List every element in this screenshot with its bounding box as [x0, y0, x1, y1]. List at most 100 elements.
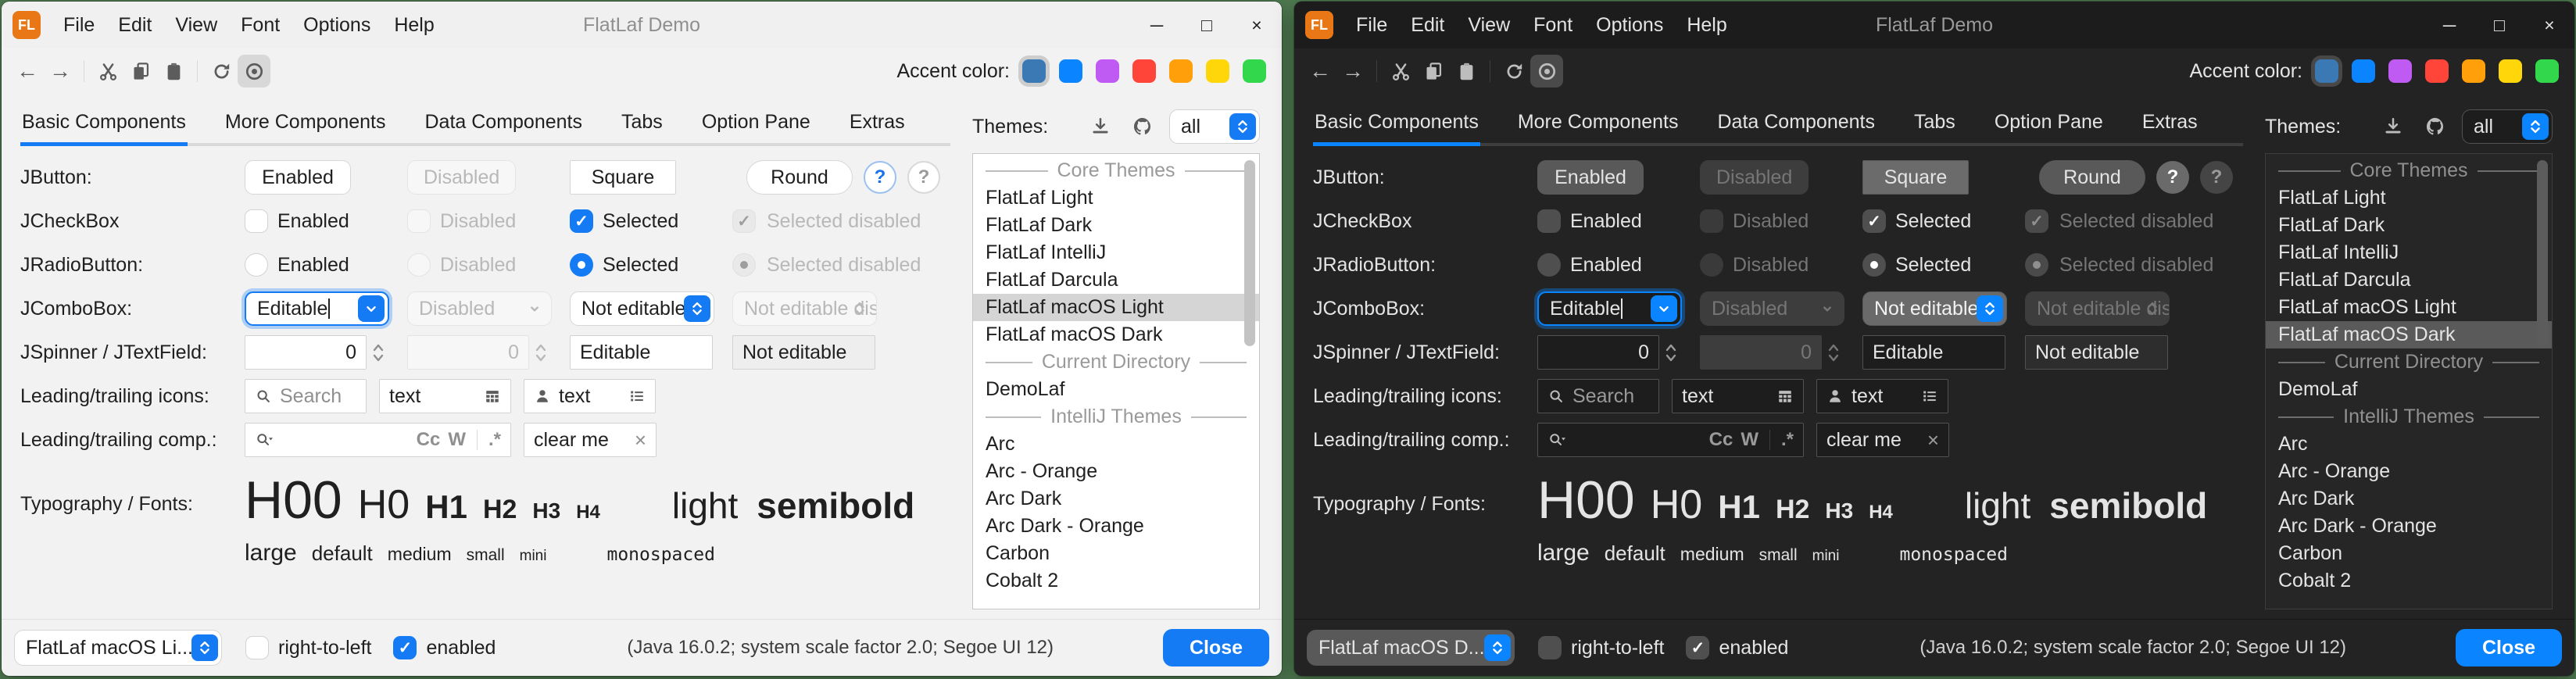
theme-item-demolaf[interactable]: DemoLaf — [2266, 376, 2552, 403]
radio-selected[interactable] — [1862, 253, 1886, 277]
tab-tabs[interactable]: Tabs — [620, 105, 664, 143]
spinner[interactable]: 0 — [245, 335, 390, 370]
help-button[interactable]: ? — [2156, 161, 2189, 194]
accent-swatch-1[interactable] — [2352, 59, 2375, 83]
clear-icon[interactable]: × — [635, 428, 646, 452]
search-field-with-buttons[interactable]: Cc W .* — [1537, 423, 1804, 457]
themes-filter-combobox[interactable]: all — [1169, 109, 1260, 144]
menu-options[interactable]: Options — [1584, 2, 1675, 48]
search-field[interactable]: Search — [1537, 379, 1659, 413]
theme-item-flatlaf-dark[interactable]: FlatLaf Dark — [973, 212, 1259, 239]
theme-item-carbon[interactable]: Carbon — [2266, 540, 2552, 567]
laf-combobox[interactable]: FlatLaf macOS Li... — [14, 630, 222, 666]
chevron-up-down-icon[interactable] — [1484, 634, 1511, 661]
menu-view[interactable]: View — [1456, 2, 1522, 48]
menu-options[interactable]: Options — [292, 2, 382, 48]
radio-enabled[interactable] — [1537, 253, 1561, 277]
theme-item-arc[interactable]: Arc — [2266, 431, 2552, 458]
paste-icon[interactable] — [157, 55, 190, 88]
regex-button[interactable]: .* — [488, 429, 501, 451]
show-hint-icon[interactable] — [1530, 55, 1563, 88]
theme-item-flatlaf-macos-dark[interactable]: FlatLaf macOS Dark — [973, 321, 1259, 348]
tab-data-components[interactable]: Data Components — [1716, 105, 1877, 143]
refresh-icon[interactable] — [1497, 55, 1530, 88]
theme-item-flatlaf-light[interactable]: FlatLaf Light — [973, 184, 1259, 212]
round-button[interactable]: Round — [746, 160, 853, 195]
tab-basic-components[interactable]: Basic Components — [1313, 105, 1480, 143]
text-field-calendar[interactable]: text — [1672, 379, 1804, 413]
round-button[interactable]: Round — [2039, 160, 2145, 195]
chevron-up-down-icon[interactable] — [2522, 113, 2549, 140]
checkbox-selected[interactable] — [1862, 209, 1886, 233]
refresh-icon[interactable] — [205, 55, 238, 88]
close-window-button[interactable]: × — [1232, 2, 1282, 48]
accent-swatch-1[interactable] — [1059, 59, 1082, 83]
menu-font[interactable]: Font — [1522, 2, 1584, 48]
theme-item-arc[interactable]: Arc — [973, 431, 1259, 458]
theme-item-flatlaf-macos-dark[interactable]: FlatLaf macOS Dark — [2266, 321, 2552, 348]
enabled-checkbox[interactable] — [393, 636, 417, 659]
close-dialog-button[interactable]: Close — [1163, 629, 1269, 666]
help-button[interactable]: ? — [864, 161, 896, 194]
regex-button[interactable]: .* — [1781, 429, 1794, 451]
theme-item-flatlaf-darcula[interactable]: FlatLaf Darcula — [973, 266, 1259, 294]
match-case-button[interactable]: Cc — [1709, 429, 1733, 451]
right-to-left-checkbox[interactable] — [1538, 636, 1562, 659]
accent-swatch-3[interactable] — [1132, 59, 1156, 83]
chevron-down-icon[interactable] — [358, 295, 385, 322]
tab-basic-components[interactable]: Basic Components — [20, 105, 188, 143]
theme-item-arc-dark-orange[interactable]: Arc Dark - Orange — [2266, 513, 2552, 540]
cut-icon[interactable] — [91, 55, 124, 88]
enabled-checkbox[interactable] — [1686, 636, 1709, 659]
menu-edit[interactable]: Edit — [106, 2, 163, 48]
combobox-not-editable[interactable]: Not editable — [1862, 291, 2007, 326]
back-icon[interactable]: ← — [1304, 55, 1336, 88]
textfield-editable[interactable]: Editable — [570, 335, 713, 370]
square-button[interactable]: Square — [570, 160, 676, 195]
theme-item-cobalt-2[interactable]: Cobalt 2 — [2266, 567, 2552, 595]
whole-word-button[interactable]: W — [1741, 429, 1758, 451]
maximize-button[interactable]: □ — [2474, 2, 2524, 48]
copy-icon[interactable] — [1417, 55, 1450, 88]
theme-item-flatlaf-intellij[interactable]: FlatLaf IntelliJ — [2266, 239, 2552, 266]
download-icon[interactable] — [1085, 111, 1116, 142]
accent-swatch-5[interactable] — [1206, 59, 1229, 83]
spinner-arrows-icon[interactable] — [367, 343, 390, 363]
textfield-editable[interactable]: Editable — [1862, 335, 2005, 370]
tab-tabs[interactable]: Tabs — [1912, 105, 1957, 143]
theme-item-arc-orange[interactable]: Arc - Orange — [2266, 458, 2552, 485]
cut-icon[interactable] — [1384, 55, 1417, 88]
close-window-button[interactable]: × — [2524, 2, 2574, 48]
square-button[interactable]: Square — [1862, 160, 1969, 195]
menu-file[interactable]: File — [52, 2, 106, 48]
clear-me-field[interactable]: clear me × — [524, 423, 657, 457]
menu-file[interactable]: File — [1344, 2, 1399, 48]
spinner-arrows-icon[interactable] — [1659, 343, 1683, 363]
theme-item-cobalt-2[interactable]: Cobalt 2 — [973, 567, 1259, 595]
enabled-button[interactable]: Enabled — [245, 160, 351, 195]
github-icon[interactable] — [1127, 111, 1158, 142]
spinner-value[interactable]: 0 — [245, 335, 367, 370]
text-field-calendar[interactable]: text — [379, 379, 511, 413]
combobox-editable[interactable]: Editable — [245, 291, 389, 326]
theme-item-carbon[interactable]: Carbon — [973, 540, 1259, 567]
menu-view[interactable]: View — [163, 2, 229, 48]
spinner[interactable]: 0 — [1537, 335, 1683, 370]
text-field-person[interactable]: text — [524, 379, 656, 413]
github-icon[interactable] — [2420, 111, 2451, 142]
menu-help[interactable]: Help — [382, 2, 445, 48]
theme-item-arc-orange[interactable]: Arc - Orange — [973, 458, 1259, 485]
radio-enabled[interactable] — [245, 253, 268, 277]
right-to-left-checkbox[interactable] — [245, 636, 269, 659]
theme-item-flatlaf-intellij[interactable]: FlatLaf IntelliJ — [973, 239, 1259, 266]
checkbox-enabled[interactable] — [245, 209, 268, 233]
minimize-button[interactable]: ─ — [2424, 2, 2474, 48]
chevron-down-icon[interactable] — [1651, 295, 1677, 322]
tab-extras[interactable]: Extras — [2141, 105, 2199, 143]
clear-me-field[interactable]: clear me × — [1816, 423, 1949, 457]
whole-word-button[interactable]: W — [448, 429, 466, 451]
scrollbar-thumb[interactable] — [1244, 160, 1255, 346]
search-field-with-buttons[interactable]: Cc W .* — [245, 423, 511, 457]
tab-option-pane[interactable]: Option Pane — [1993, 105, 2105, 143]
menu-help[interactable]: Help — [1675, 2, 1738, 48]
